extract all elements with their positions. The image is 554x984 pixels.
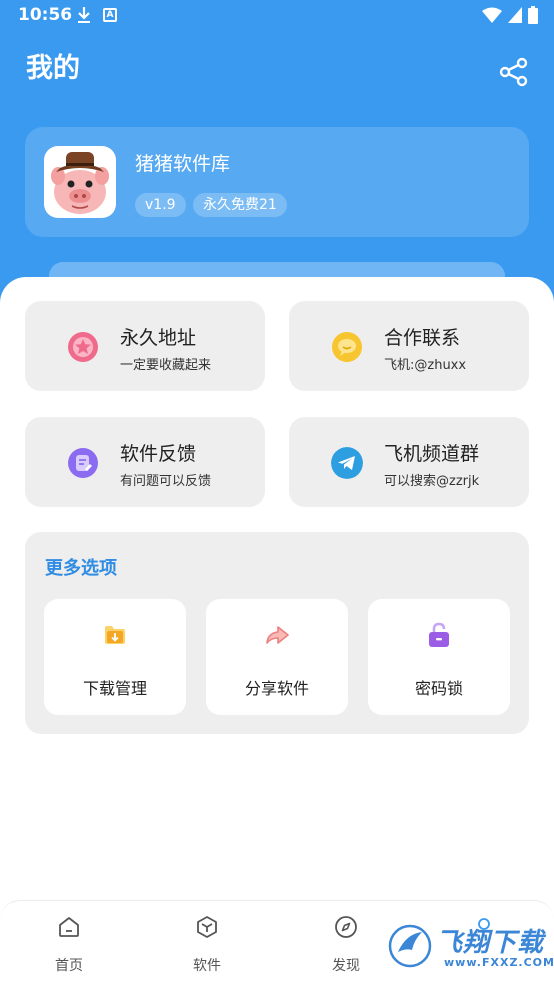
watermark-text: 飞翔下载: [436, 928, 545, 958]
tile-subtitle: 飞机:@zhuxx: [384, 358, 467, 373]
tile-title: 合作联系: [384, 327, 461, 349]
version-badge: v1.9: [135, 193, 186, 217]
share-arrow-icon: [266, 626, 289, 644]
watermark-url: www.FXXZ.COM: [444, 956, 554, 969]
download-folder-icon: [105, 626, 125, 644]
free-badge: 永久免费21: [193, 193, 287, 217]
status-bar: 10:56 A: [0, 0, 554, 30]
tile-subtitle: 有问题可以反馈: [120, 474, 212, 489]
nav-discover[interactable]: 发现: [306, 913, 386, 977]
page-title: 我的: [26, 53, 80, 84]
profile-card[interactable]: 猪猪软件库 v1.9 永久免费21: [25, 127, 529, 237]
wifi-icon: [482, 7, 502, 23]
nav-software[interactable]: 软件: [167, 913, 247, 977]
feedback-icon: [68, 448, 98, 478]
more-options-title: 更多选项: [45, 558, 117, 579]
tile-subtitle: 可以搜索@zzrjk: [384, 474, 480, 489]
telegram-icon: [331, 447, 363, 479]
nav-label: 软件: [193, 958, 221, 974]
nav-label: 发现: [332, 958, 360, 974]
battery-icon: [528, 6, 538, 24]
watermark: 飞翔下载 www.FXXZ.COM: [388, 918, 554, 974]
tile-subtitle: 一定要收藏起来: [120, 358, 212, 373]
option-label: 下载管理: [82, 679, 147, 698]
watermark-logo-icon: [388, 924, 432, 968]
tile-feedback[interactable]: 软件反馈 有问题可以反馈: [25, 417, 265, 507]
app-notification-icon: A: [103, 8, 117, 22]
tile-telegram-channel[interactable]: 飞机频道群 可以搜索@zzrjk: [289, 417, 529, 507]
share-software-button[interactable]: 分享软件: [206, 599, 348, 715]
share-icon[interactable]: [498, 56, 530, 88]
home-icon: [59, 917, 79, 937]
option-label: 分享软件: [244, 679, 309, 698]
tile-contact[interactable]: 合作联系 飞机:@zhuxx: [289, 301, 529, 391]
nav-home[interactable]: 首页: [29, 913, 109, 977]
app-logo: [44, 146, 116, 218]
app-name: 猪猪软件库: [135, 153, 231, 175]
compass-icon: [335, 916, 357, 938]
password-lock-button[interactable]: 密码锁: [368, 599, 510, 715]
star-icon: [68, 332, 98, 362]
tile-title: 永久地址: [120, 327, 197, 349]
tile-permanent-address[interactable]: 永久地址 一定要收藏起来: [25, 301, 265, 391]
nav-label: 首页: [55, 958, 83, 974]
tile-title: 软件反馈: [120, 443, 197, 465]
lock-icon: [429, 622, 449, 647]
signal-icon: [508, 7, 522, 23]
more-options-panel: 更多选项 下载管理 分享软件 密码锁: [25, 532, 529, 734]
status-time: 10:56: [18, 5, 73, 25]
download-manager-button[interactable]: 下载管理: [44, 599, 186, 715]
download-status-icon: [78, 7, 90, 23]
tile-title: 飞机频道群: [384, 443, 480, 465]
chat-bubble-icon: [332, 332, 362, 362]
box-icon: [197, 916, 217, 938]
status-indicators: [482, 6, 538, 24]
option-label: 密码锁: [414, 679, 463, 698]
